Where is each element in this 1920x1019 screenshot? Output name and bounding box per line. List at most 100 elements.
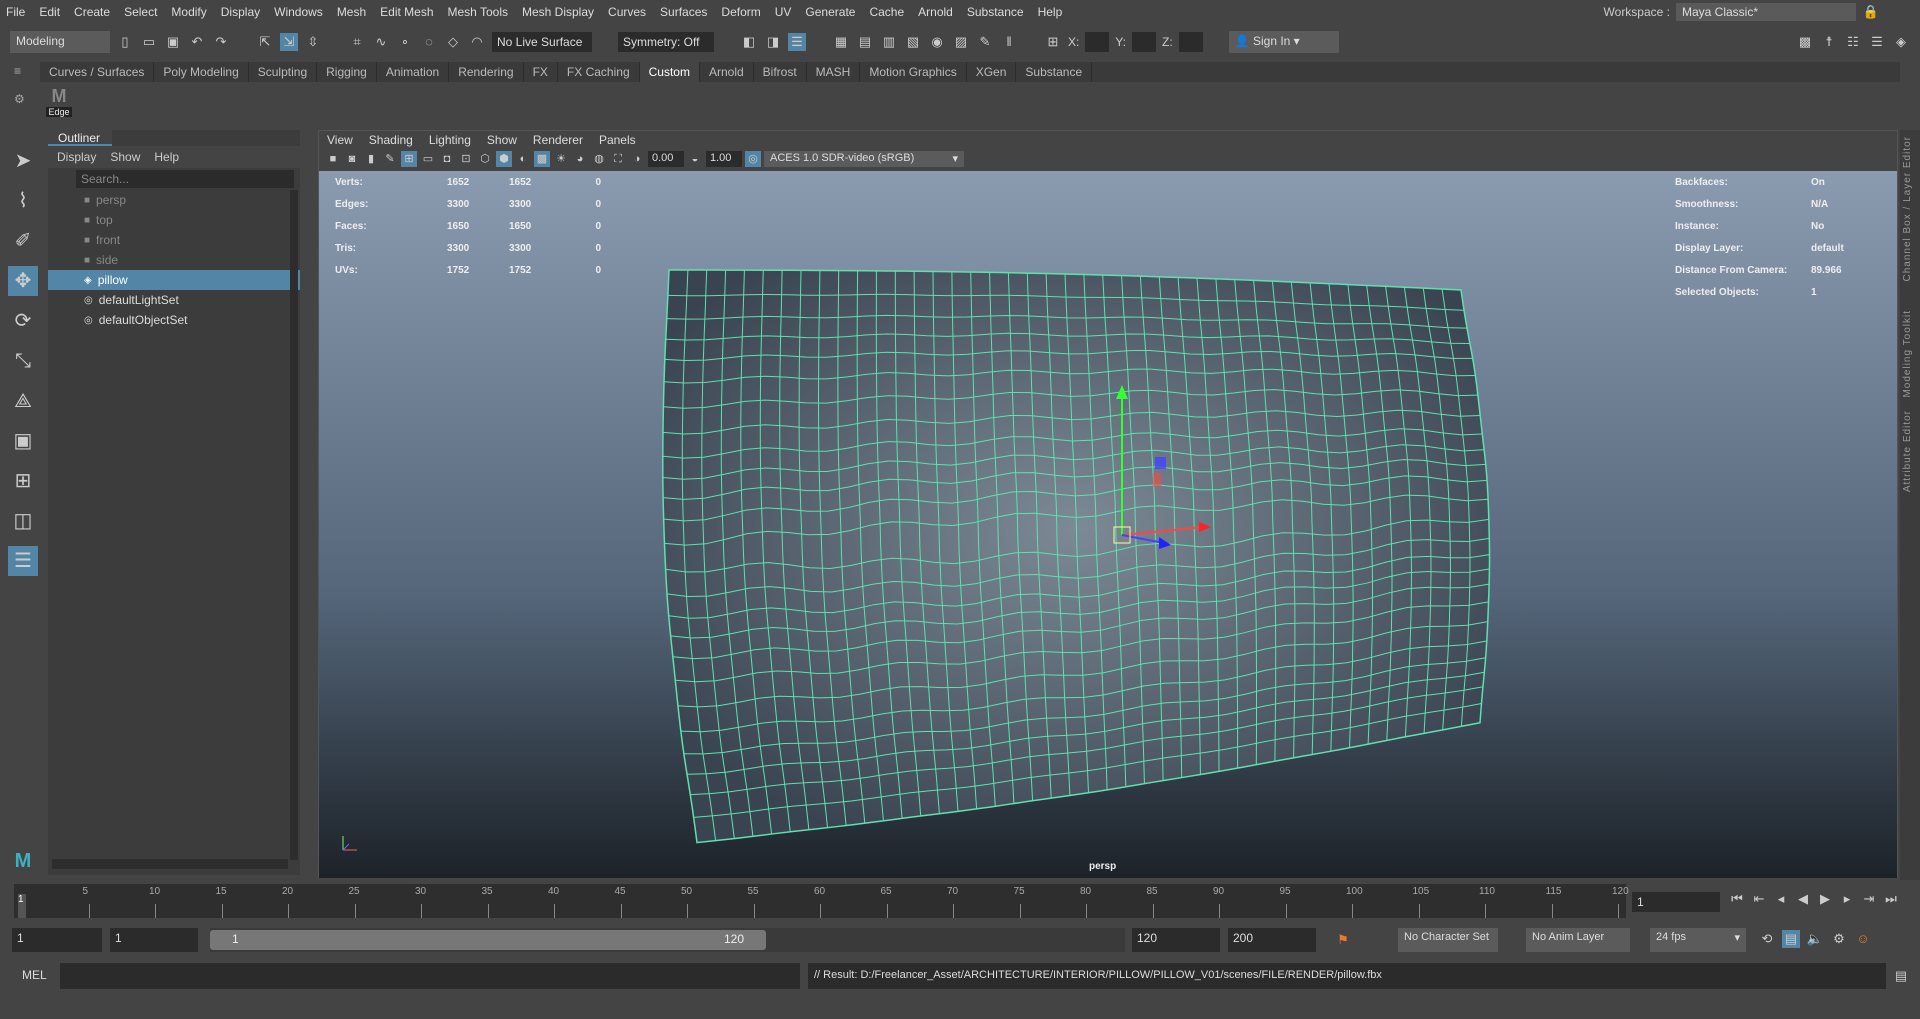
last-tool-icon[interactable]: ⟁ bbox=[8, 386, 38, 416]
modeling-toolkit-icon[interactable]: ▩ bbox=[1796, 33, 1814, 51]
command-input[interactable] bbox=[60, 963, 800, 989]
safe-action-icon[interactable]: ⊡ bbox=[458, 151, 474, 167]
playback-end-field[interactable]: 120 bbox=[1132, 928, 1220, 952]
play-forward-icon[interactable]: ▶ bbox=[1816, 890, 1834, 908]
outliner-layout-icon[interactable]: ☰ bbox=[8, 546, 38, 576]
x-field[interactable] bbox=[1085, 32, 1110, 52]
gamma-field[interactable]: 1.00 bbox=[706, 151, 742, 167]
menu-generate[interactable]: Generate bbox=[805, 5, 855, 19]
play-backward-icon[interactable]: ◀ bbox=[1794, 890, 1812, 908]
channel-box-tab[interactable]: Channel Box / Layer Editor bbox=[1902, 136, 1913, 282]
snap-live-icon[interactable]: ◠ bbox=[468, 33, 486, 51]
anim-prefs-icon[interactable]: ⚙ bbox=[1830, 930, 1848, 948]
paint-select-icon[interactable]: ✐ bbox=[8, 226, 38, 256]
outliner-item[interactable]: ◈ pillow bbox=[48, 270, 300, 290]
modeling-toolkit-tab[interactable]: Modeling Toolkit bbox=[1902, 310, 1913, 398]
render-sequence-icon[interactable]: ▤ bbox=[856, 33, 874, 51]
snap-view-icon[interactable]: ◌ bbox=[420, 33, 438, 51]
rotate-tool-icon[interactable]: ⟳ bbox=[8, 306, 38, 336]
shelf-tab-sculpting[interactable]: Sculpting bbox=[249, 62, 318, 82]
shelf-menu-icon[interactable]: ≡ bbox=[14, 64, 34, 78]
menu-arnold[interactable]: Arnold bbox=[918, 5, 953, 19]
script-editor-icon[interactable]: ▤ bbox=[1892, 967, 1910, 985]
time-slider[interactable]: 1 5 10 15 20 25 30 35 40 45 50 55 60 65 70 75 80 85 90 95 1… bbox=[14, 884, 1629, 918]
current-frame-field[interactable]: 1 bbox=[1632, 892, 1720, 912]
shelf-settings-icon[interactable]: ⚙ bbox=[14, 92, 34, 106]
step-forward-frame-icon[interactable]: ▸ bbox=[1838, 890, 1856, 908]
outliner-item[interactable]: ◎ defaultLightSet bbox=[48, 290, 300, 310]
bookmark-icon[interactable]: ▮ bbox=[363, 151, 379, 167]
scale-tool-icon[interactable]: ⤡ bbox=[8, 346, 38, 376]
image-plane-icon[interactable]: ✎ bbox=[382, 151, 398, 167]
select-component-icon[interactable]: ⇳ bbox=[304, 33, 322, 51]
outliner-item[interactable]: ■ front bbox=[48, 230, 300, 250]
lock-icon[interactable]: 🔒 bbox=[1862, 3, 1880, 21]
3d-viewport[interactable]: Verts: 1652 1652 0 Edges: 3300 3300 0 Faces: 1650… bbox=[319, 171, 1897, 878]
render-setup-icon[interactable]: ▨ bbox=[952, 33, 970, 51]
snap-point-icon[interactable]: ∘ bbox=[396, 33, 414, 51]
outliner-item[interactable]: ■ persp bbox=[48, 190, 300, 210]
redo-icon[interactable]: ↷ bbox=[212, 33, 230, 51]
textured-icon[interactable]: ▩ bbox=[534, 151, 550, 167]
resolution-gate-icon[interactable]: ◘ bbox=[439, 151, 455, 167]
outliner-item[interactable]: ■ top bbox=[48, 210, 300, 230]
menu-windows[interactable]: Windows bbox=[274, 5, 323, 19]
render-settings-icon[interactable]: ▧ bbox=[904, 33, 922, 51]
shelf-tab-fx[interactable]: FX bbox=[524, 62, 558, 82]
shelf-tab-fx-caching[interactable]: FX Caching bbox=[558, 62, 640, 82]
select-hierarchy-icon[interactable]: ⇱ bbox=[256, 33, 274, 51]
shelf-tab-rendering[interactable]: Rendering bbox=[449, 62, 524, 82]
outliner-h-scrollbar[interactable] bbox=[52, 859, 288, 869]
range-slider-bar[interactable]: 1 120 bbox=[210, 930, 766, 950]
workspace-dropdown[interactable]: Maya Classic* bbox=[1676, 3, 1856, 21]
channel-box-icon[interactable]: ◈ bbox=[1892, 33, 1910, 51]
outliner-menu-show[interactable]: Show bbox=[110, 150, 140, 164]
cache-playback-icon[interactable]: ▤ bbox=[1782, 930, 1800, 948]
xray-icon[interactable]: ◍ bbox=[591, 151, 607, 167]
menu-uv[interactable]: UV bbox=[775, 5, 792, 19]
sign-in-button[interactable]: 👤 Sign In ▾ bbox=[1228, 31, 1339, 53]
lights-icon[interactable]: ☀ bbox=[553, 151, 569, 167]
auto-key-icon[interactable]: ⚑ bbox=[1334, 931, 1352, 949]
y-field[interactable] bbox=[1132, 32, 1157, 52]
z-field[interactable] bbox=[1178, 32, 1203, 52]
move-tool-icon[interactable]: ✥ bbox=[8, 266, 38, 296]
select-tool-icon[interactable]: ➤ bbox=[8, 146, 38, 176]
shelf-tab-custom[interactable]: Custom bbox=[639, 62, 700, 82]
start-time-field[interactable]: 1 bbox=[12, 928, 102, 952]
tool-settings-icon[interactable]: ☰ bbox=[1868, 33, 1886, 51]
shelf-tab-poly-modeling[interactable]: Poly Modeling bbox=[154, 62, 249, 82]
select-object-icon[interactable]: ⇲ bbox=[280, 33, 298, 51]
outliner-item[interactable]: ■ side bbox=[48, 250, 300, 270]
live-surface-field[interactable]: No Live Surface bbox=[492, 32, 592, 52]
film-gate-icon[interactable]: ▭ bbox=[420, 151, 436, 167]
gamma-icon[interactable]: ◒ bbox=[687, 151, 703, 167]
menu-cache[interactable]: Cache bbox=[869, 5, 904, 19]
output-ops-icon[interactable]: ◨ bbox=[764, 33, 782, 51]
color-management-icon[interactable]: ◎ bbox=[745, 151, 761, 167]
shelf-tab-substance[interactable]: Substance bbox=[1016, 62, 1093, 82]
shelf-tab-animation[interactable]: Animation bbox=[377, 62, 450, 82]
fps-dropdown[interactable]: 24 fps ▾ bbox=[1650, 928, 1746, 952]
range-slider[interactable]: 1 120 bbox=[210, 928, 1125, 952]
lasso-tool-icon[interactable]: ⌇ bbox=[8, 186, 38, 216]
menu-surfaces[interactable]: Surfaces bbox=[660, 5, 707, 19]
attribute-editor-tab[interactable]: Attribute Editor bbox=[1902, 410, 1913, 492]
command-language[interactable]: MEL bbox=[14, 963, 54, 989]
new-scene-icon[interactable]: ▯ bbox=[116, 33, 134, 51]
outliner-search-input[interactable]: Search... bbox=[76, 170, 294, 188]
shelf-tab-bifrost[interactable]: Bifrost bbox=[754, 62, 807, 82]
input-ops-icon[interactable]: ◧ bbox=[740, 33, 758, 51]
mode-dropdown[interactable]: Modeling bbox=[10, 31, 110, 53]
viewport-menu-show[interactable]: Show bbox=[487, 133, 517, 147]
transform-mode-icon[interactable]: ⊞ bbox=[1044, 33, 1062, 51]
menu-create[interactable]: Create bbox=[74, 5, 110, 19]
outliner-scrollbar[interactable] bbox=[290, 190, 298, 860]
menu-substance[interactable]: Substance bbox=[967, 5, 1024, 19]
wireframe-icon[interactable]: ⬡ bbox=[477, 151, 493, 167]
snap-curve-icon[interactable]: ∿ bbox=[372, 33, 390, 51]
character-icon[interactable]: ☺ bbox=[1854, 930, 1872, 948]
shadows-icon[interactable]: ◕ bbox=[572, 151, 588, 167]
pause-viewport-icon[interactable]: ‖ bbox=[1000, 33, 1018, 51]
symmetry-dropdown[interactable]: Symmetry: Off bbox=[618, 32, 714, 52]
